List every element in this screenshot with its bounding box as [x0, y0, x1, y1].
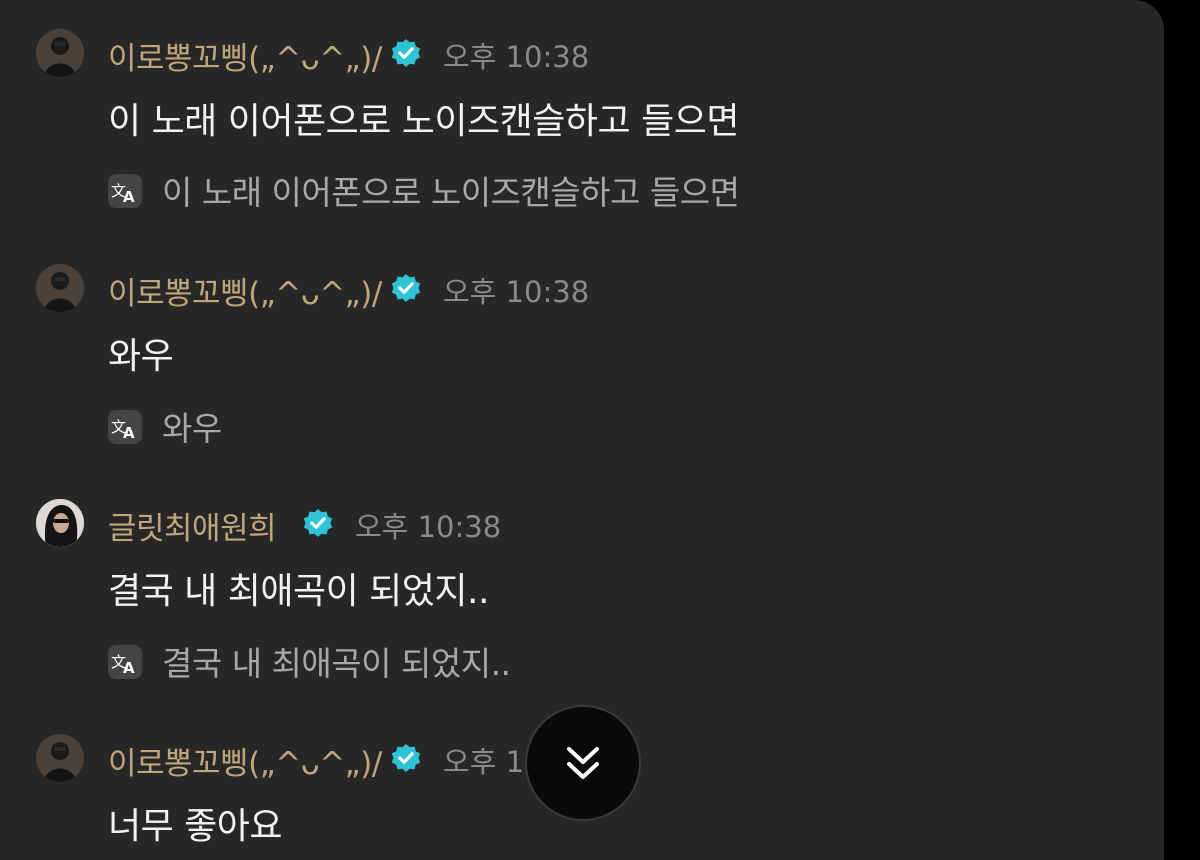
double-chevron-down-icon [567, 747, 599, 779]
verified-badge-icon [389, 36, 423, 70]
svg-text:A: A [123, 188, 135, 206]
verified-badge-icon [389, 271, 423, 305]
scroll-to-bottom-button[interactable] [525, 705, 641, 821]
message-text: 결국 내 최애곡이 되었지.. [108, 571, 489, 612]
svg-text:A: A [123, 424, 135, 442]
message-text: 너무 좋아요 [108, 806, 283, 847]
message-timestamp: 오후 10:38 [443, 275, 590, 309]
chat-panel: 이로뽕꼬삥(„^ᴗ^„)/ 오후 10:38 이 노래 이어폰으로 노이즈캔슬하… [0, 0, 1164, 860]
avatar[interactable] [36, 499, 84, 547]
message-timestamp: 오후 10:38 [355, 510, 502, 544]
avatar[interactable] [36, 264, 84, 312]
translation-text: 결국 내 최애곡이 되었지.. [162, 644, 511, 683]
verified-badge-icon [301, 506, 335, 540]
message-text: 와우 [108, 336, 174, 377]
verified-badge-icon [389, 741, 423, 775]
author-name[interactable]: 이로뽕꼬삥(„^ᴗ^„)/ [108, 33, 382, 78]
translate-icon: 文A [108, 174, 142, 208]
translate-icon: 文A [108, 410, 142, 444]
translation-text: 와우 [162, 409, 222, 448]
author-name[interactable]: 글릿최애원희 [108, 503, 277, 548]
author-name[interactable]: 이로뽕꼬삥(„^ᴗ^„)/ [108, 738, 382, 783]
translation-text: 이 노래 이어폰으로 노이즈캔슬하고 들으면 [162, 173, 740, 212]
author-name[interactable]: 이로뽕꼬삥(„^ᴗ^„)/ [108, 268, 382, 313]
svg-text:A: A [123, 659, 135, 677]
message-timestamp: 오후 10:38 [443, 40, 590, 74]
avatar[interactable] [36, 29, 84, 77]
avatar[interactable] [36, 734, 84, 782]
message-text: 이 노래 이어폰으로 노이즈캔슬하고 들으면 [108, 101, 739, 142]
translate-icon: 文A [108, 645, 142, 679]
